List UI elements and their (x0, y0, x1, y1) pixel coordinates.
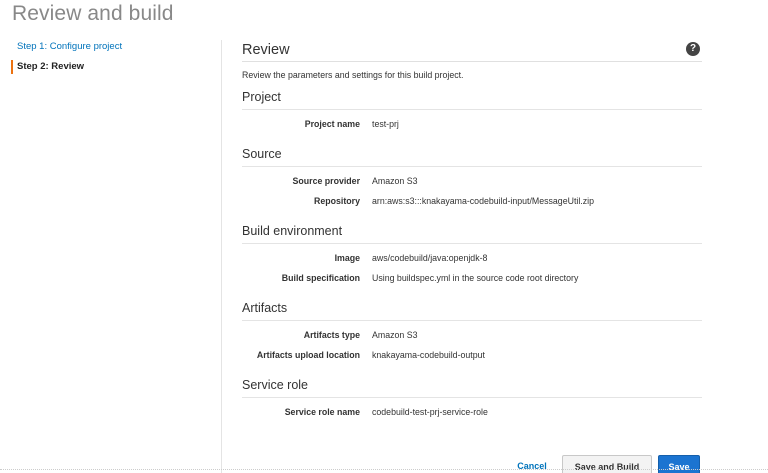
detail-value: Using buildspec.yml in the source code r… (372, 273, 579, 283)
step-configure-project[interactable]: Step 1: Configure project (12, 40, 202, 54)
detail-row-artifacts-type: Artifacts type Amazon S3 (242, 329, 702, 349)
wizard-steps: Step 1: Configure project Step 2: Review (11, 40, 202, 80)
detail-value: knakayama-codebuild-output (372, 350, 485, 360)
detail-row-service-role-name: Service role name codebuild-test-prj-ser… (242, 406, 702, 426)
detail-row-source-provider: Source provider Amazon S3 (242, 175, 702, 195)
section-title-service-role: Service role (242, 377, 702, 398)
wizard-actions: Cancel Save and Build Save (500, 455, 710, 473)
detail-value: aws/codebuild/java:openjdk-8 (372, 253, 488, 263)
section-service-role: Service role Service role name codebuild… (242, 377, 702, 426)
section-title-source: Source (242, 146, 702, 167)
section-build-environment: Build environment Image aws/codebuild/ja… (242, 223, 702, 292)
detail-label: Build specification (281, 273, 360, 283)
detail-value: Amazon S3 (372, 330, 418, 340)
cancel-button[interactable]: Cancel (512, 455, 552, 473)
help-icon[interactable]: ? (686, 42, 700, 56)
detail-value: codebuild-test-prj-service-role (372, 407, 488, 417)
detail-value: Amazon S3 (372, 176, 418, 186)
section-project: Project Project name test-prj (242, 89, 702, 138)
section-title-project: Project (242, 89, 702, 110)
review-panel: Review ? Review the parameters and setti… (242, 40, 702, 426)
vertical-divider (221, 40, 222, 473)
detail-label: Source provider (292, 176, 360, 186)
save-button[interactable]: Save (658, 455, 700, 473)
detail-label: Repository (314, 196, 360, 206)
detail-value: arn:aws:s3:::knakayama-codebuild-input/M… (372, 196, 594, 206)
step-review: Step 2: Review (11, 60, 202, 74)
save-and-build-button[interactable]: Save and Build (562, 455, 652, 473)
review-title: Review (242, 42, 290, 58)
section-artifacts: Artifacts Artifacts type Amazon S3 Artif… (242, 300, 702, 369)
section-source: Source Source provider Amazon S3 Reposit… (242, 146, 702, 215)
review-header: Review ? (242, 40, 702, 62)
detail-label: Service role name (284, 407, 360, 417)
detail-label: Project name (304, 119, 360, 129)
detail-label: Artifacts upload location (256, 350, 360, 360)
detail-row-project-name: Project name test-prj (242, 118, 702, 138)
detail-row-artifacts-upload-location: Artifacts upload location knakayama-code… (242, 349, 702, 369)
detail-value: test-prj (372, 119, 399, 129)
section-title-build-environment: Build environment (242, 223, 702, 244)
bottom-divider (0, 469, 768, 470)
detail-label: Artifacts type (303, 330, 360, 340)
detail-row-build-specification: Build specification Using buildspec.yml … (242, 272, 702, 292)
section-title-artifacts: Artifacts (242, 300, 702, 321)
detail-row-repository: Repository arn:aws:s3:::knakayama-codebu… (242, 195, 702, 215)
page-title: Review and build (12, 2, 174, 25)
review-description: Review the parameters and settings for t… (242, 70, 464, 80)
detail-label: Image (334, 253, 360, 263)
detail-row-image: Image aws/codebuild/java:openjdk-8 (242, 252, 702, 272)
